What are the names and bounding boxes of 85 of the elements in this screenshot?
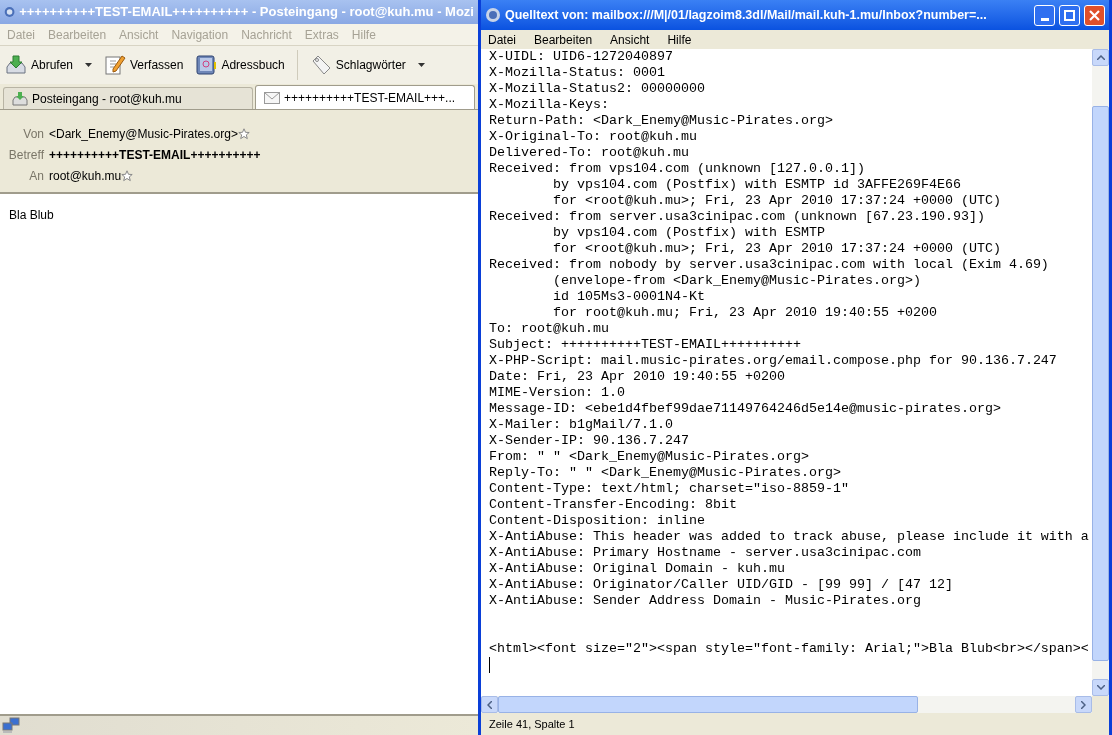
minimize-button[interactable] [1034,4,1055,26]
source-line: Content-Disposition: inline [489,513,705,529]
source-line: X-Mozilla-Status: 0001 [489,65,665,81]
source-line: Reply-To: " " <Dark_Enemy@Music-Pirates.org> [489,465,841,481]
header-label: Betreff [7,147,44,164]
menu-item[interactable]: Bearbeiten [534,30,593,49]
source-line: X-UIDL: UID6-1272040897 [489,49,673,65]
maximize-icon [1064,9,1075,21]
source-line: for <root@kuh.mu>; Fri, 23 Apr 2010 17:37:24 +0000 (UTC) [552,241,1001,257]
scroll-thumb[interactable] [498,696,918,713]
source-line: for <root@kuh.mu>; Fri, 23 Apr 2010 17:37:24 +0000 (UTC) [552,193,1001,209]
minimize-icon [1040,17,1049,21]
toolbar-button[interactable]: Schlagwörter [309,54,425,76]
source-line: (envelope-from <Dark_Enemy@Music-Pirates.org>) [552,273,921,289]
inbox-icon [12,91,28,106]
close-icon [1089,9,1100,21]
caret-icon [85,63,93,67]
source-line: X-PHP-Script: mail.music-pirates.org/email.compose.php for 90.136.7.247 [489,353,1057,369]
tab[interactable]: ++++++++++TEST-EMAIL+++... [255,85,475,109]
menu-item[interactable]: Ansicht [610,30,650,49]
menu-item[interactable]: Datei [488,30,516,49]
arrow-up-icon [1096,55,1105,60]
menu-item[interactable]: Hilfe [667,30,692,49]
header-value: ++++++++++TEST-EMAIL++++++++++ [49,147,261,164]
source-line: X-Mozilla-Keys: [489,97,609,113]
address-book-icon [195,54,218,76]
source-line: X-AntiAbuse: Primary Hostname - server.usa3cinipac.com [489,545,921,561]
horizontal-scrollbar[interactable] [481,696,1092,713]
scroll-right-button[interactable] [1075,696,1092,713]
network-computers-icon [2,717,20,734]
source-line: X-Original-To: root@kuh.mu [489,129,697,145]
envelope-icon [264,91,280,104]
source-line: X-AntiAbuse: Original Domain - kuh.mu [489,561,785,577]
source-line: id 105Ms3-0001N4-Kt [552,289,705,305]
source-line: Return-Path: <Dark_Enemy@Music-Pirates.org> [489,113,833,129]
source-line: Content-Transfer-Encoding: 8bit [489,497,737,513]
source-line: From: " " <Dark_Enemy@Music-Pirates.org> [489,449,809,465]
source-line: X-AntiAbuse: This header was added to track abuse, please include it with a [489,529,1089,545]
maximize-button[interactable] [1059,4,1080,26]
inbox-download-icon [5,54,27,76]
source-line: Delivered-To: root@kuh.mu [489,145,689,161]
caret-icon [417,63,425,67]
scroll-down-button[interactable] [1092,679,1109,696]
toolbar-button[interactable]: Adressbuch [195,54,285,76]
toolbar-button[interactable]: Verfassen [104,54,184,76]
window-title: Quelltext von: mailbox:///M|/01/lagzoim8.3dl/Mail/mail.kuh-1.mu/Inbox?number=... [505,6,988,24]
status-text: Zeile 41, Spalte 1 [489,716,575,732]
app-icon [4,4,16,20]
scroll-left-button[interactable] [481,696,498,713]
source-line: Date: Fri, 23 Apr 2010 19:40:55 +0200 [489,369,785,385]
pencil-paper-icon [104,54,127,76]
body-text: Bla Blub [9,208,54,222]
source-line: for root@kuh.mu; Fri, 23 Apr 2010 19:40:55 +0200 [552,305,937,321]
text-cursor [489,657,490,673]
source-line: X-Mailer: b1gMail/7.1.0 [489,417,673,433]
header-label: Von [22,126,44,143]
address-link[interactable]: root@kuh.mu [49,167,122,185]
source-line: Received: from server.usa3cinipac.com (unknown [67.23.190.93]) [489,209,985,225]
source-line: Content-Type: text/html; charset="iso-8859-1" [489,481,849,497]
tab[interactable]: Posteingang - root@kuh.mu [3,87,253,109]
source-line: X-Sender-IP: 90.136.7.247 [489,433,689,449]
source-line: X-Mozilla-Status2: 00000000 [489,81,705,97]
arrow-right-icon [1081,700,1086,709]
close-button[interactable] [1084,4,1105,26]
source-line: Subject: ++++++++++TEST-EMAIL++++++++++ [489,337,801,353]
arrow-left-icon [487,700,492,709]
source-line: Message-ID: <ebe1d4fbef99dae71149764246d5e14e@music-pirates.org> [489,401,1001,417]
header-label: An [28,168,44,185]
source-line: Received: from nobody by server.usa3cinipac.com with local (Exim 4.69) [489,257,1049,273]
window-title: ++++++++++TEST-EMAIL++++++++++ - Posteingang - root@kuh.mu - Mozi [19,3,474,22]
app-icon [485,7,501,23]
source-line: X-AntiAbuse: Sender Address Domain - Music-Pirates.org [489,593,921,609]
toolbar-button[interactable]: Abrufen [5,54,93,76]
star-icon[interactable] [237,128,250,140]
source-line: MIME-Version: 1.0 [489,385,625,401]
source-line: Received: from vps104.com (unknown [127.0.0.1]) [489,161,865,177]
arrow-down-icon [1096,685,1105,690]
source-line: To: root@kuh.mu [489,321,609,337]
source-line: by vps104.com (Postfix) with ESMTP [552,225,825,241]
source-line: <html><font size="2"><span style="font-family: Arial;">Bla Blub<br></span>< [489,641,1089,657]
source-line: X-AntiAbuse: Originator/Caller UID/GID - [99 99] / [47 12] [489,577,953,593]
source-line: by vps104.com (Postfix) with ESMTP id 3AFFE269F4E66 [552,177,961,193]
scroll-up-button[interactable] [1092,49,1109,66]
star-icon[interactable] [121,170,134,182]
address-link[interactable]: <Dark_Enemy@Music-Pirates.org> [49,125,238,143]
